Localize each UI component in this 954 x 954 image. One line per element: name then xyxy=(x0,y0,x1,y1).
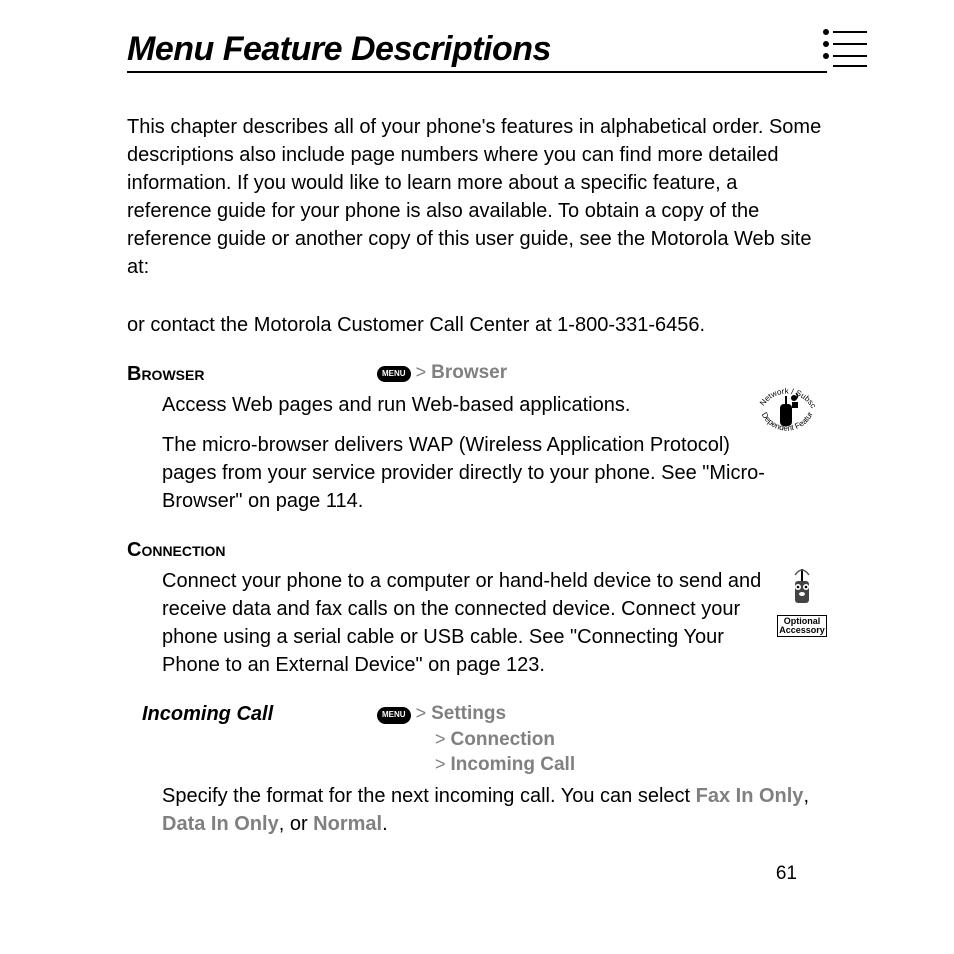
bullet-list-icon xyxy=(823,28,867,73)
optional-label-2: Accessory xyxy=(779,625,825,635)
menu-key-icon: MENU xyxy=(377,707,411,724)
connection-desc: Optional Accessory Connect your phone to… xyxy=(162,567,827,679)
option-data: Data In Only xyxy=(162,813,279,835)
separator: > xyxy=(416,362,432,382)
incoming-menu-path: MENU > Settings MENU > Connection MENU >… xyxy=(377,701,827,778)
contact-paragraph: or contact the Motorola Customer Call Ce… xyxy=(127,311,827,339)
connection-desc-text: Connect your phone to a computer or hand… xyxy=(162,570,761,676)
incoming-desc-pre: Specify the format for the next incoming… xyxy=(162,785,696,807)
optional-accessory-icon: Optional Accessory xyxy=(777,567,827,637)
incoming-desc: Specify the format for the next incoming… xyxy=(162,782,827,838)
option-fax: Fax In Only xyxy=(696,785,804,807)
browser-section-head: Browser MENU > Browser xyxy=(127,361,827,387)
browser-desc-1: Network / Subscription Dependent Feature… xyxy=(162,391,827,419)
browser-desc-2: The micro-browser delivers WAP (Wireless… xyxy=(162,431,827,515)
browser-heading: Browser xyxy=(127,363,204,385)
browser-desc-1-text: Access Web pages and run Web-based appli… xyxy=(162,394,630,416)
connection-section-head: Connection xyxy=(127,537,827,563)
option-normal: Normal xyxy=(313,813,382,835)
svg-text:Network / Subscription: Network / Subscription xyxy=(747,371,818,410)
connection-heading: Connection xyxy=(127,539,225,561)
page-number: 61 xyxy=(127,863,827,885)
menu-key-icon: MENU xyxy=(377,366,411,382)
incoming-heading: Incoming Call xyxy=(127,703,273,725)
incoming-section-head: Incoming Call MENU > Settings MENU > Con… xyxy=(127,701,827,778)
title-row: Menu Feature Descriptions xyxy=(127,30,827,73)
browser-menu-path: Browser xyxy=(431,362,507,383)
page-title: Menu Feature Descriptions xyxy=(127,30,827,69)
intro-paragraph: This chapter describes all of your phone… xyxy=(127,113,827,281)
